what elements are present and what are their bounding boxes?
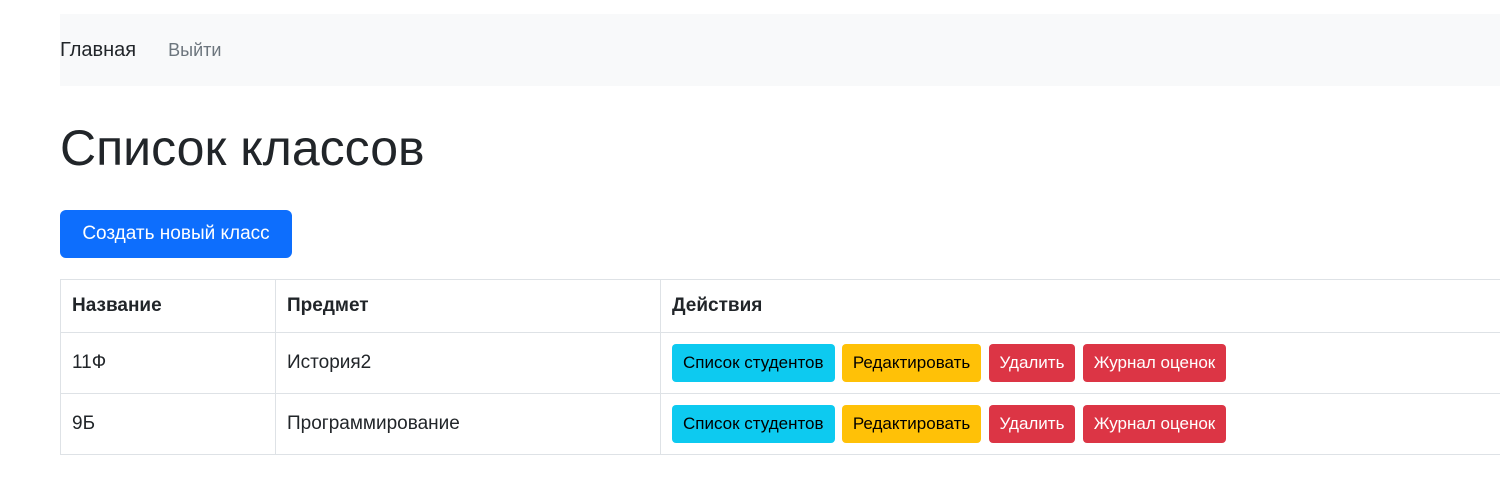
column-header-name: Название	[60, 279, 276, 333]
class-name-cell: 11Ф	[60, 332, 276, 394]
table-header-row: Название Предмет Действия	[60, 279, 1500, 333]
edit-button[interactable]: Редактировать	[841, 344, 982, 382]
nav-home-link[interactable]: Главная	[60, 39, 136, 62]
page-title: Список классов	[60, 120, 425, 176]
class-name-cell: 9Б	[60, 393, 276, 455]
grades-journal-button[interactable]: Журнал оценок	[1082, 405, 1227, 443]
create-class-button[interactable]: Создать новый класс	[60, 210, 292, 258]
students-list-button[interactable]: Список студентов	[672, 405, 835, 443]
navbar: Главная Выйти	[60, 14, 1500, 86]
classes-table: Название Предмет Действия 11Ф История2 С…	[60, 279, 1500, 455]
class-actions-cell: Список студентов Редактировать Удалить Ж…	[660, 393, 1500, 455]
edit-button[interactable]: Редактировать	[841, 405, 982, 443]
students-list-button[interactable]: Список студентов	[672, 344, 835, 382]
class-subject-cell: Программирование	[275, 393, 661, 455]
table-row: 9Б Программирование Список студентов Ред…	[60, 393, 1500, 455]
grades-journal-button[interactable]: Журнал оценок	[1082, 344, 1227, 382]
table-row: 11Ф История2 Список студентов Редактиров…	[60, 332, 1500, 394]
class-actions-cell: Список студентов Редактировать Удалить Ж…	[660, 332, 1500, 394]
class-subject-cell: История2	[275, 332, 661, 394]
column-header-subject: Предмет	[275, 279, 661, 333]
delete-button[interactable]: Удалить	[988, 344, 1076, 382]
delete-button[interactable]: Удалить	[988, 405, 1076, 443]
column-header-actions: Действия	[660, 279, 1500, 333]
nav-logout-link[interactable]: Выйти	[168, 40, 221, 61]
